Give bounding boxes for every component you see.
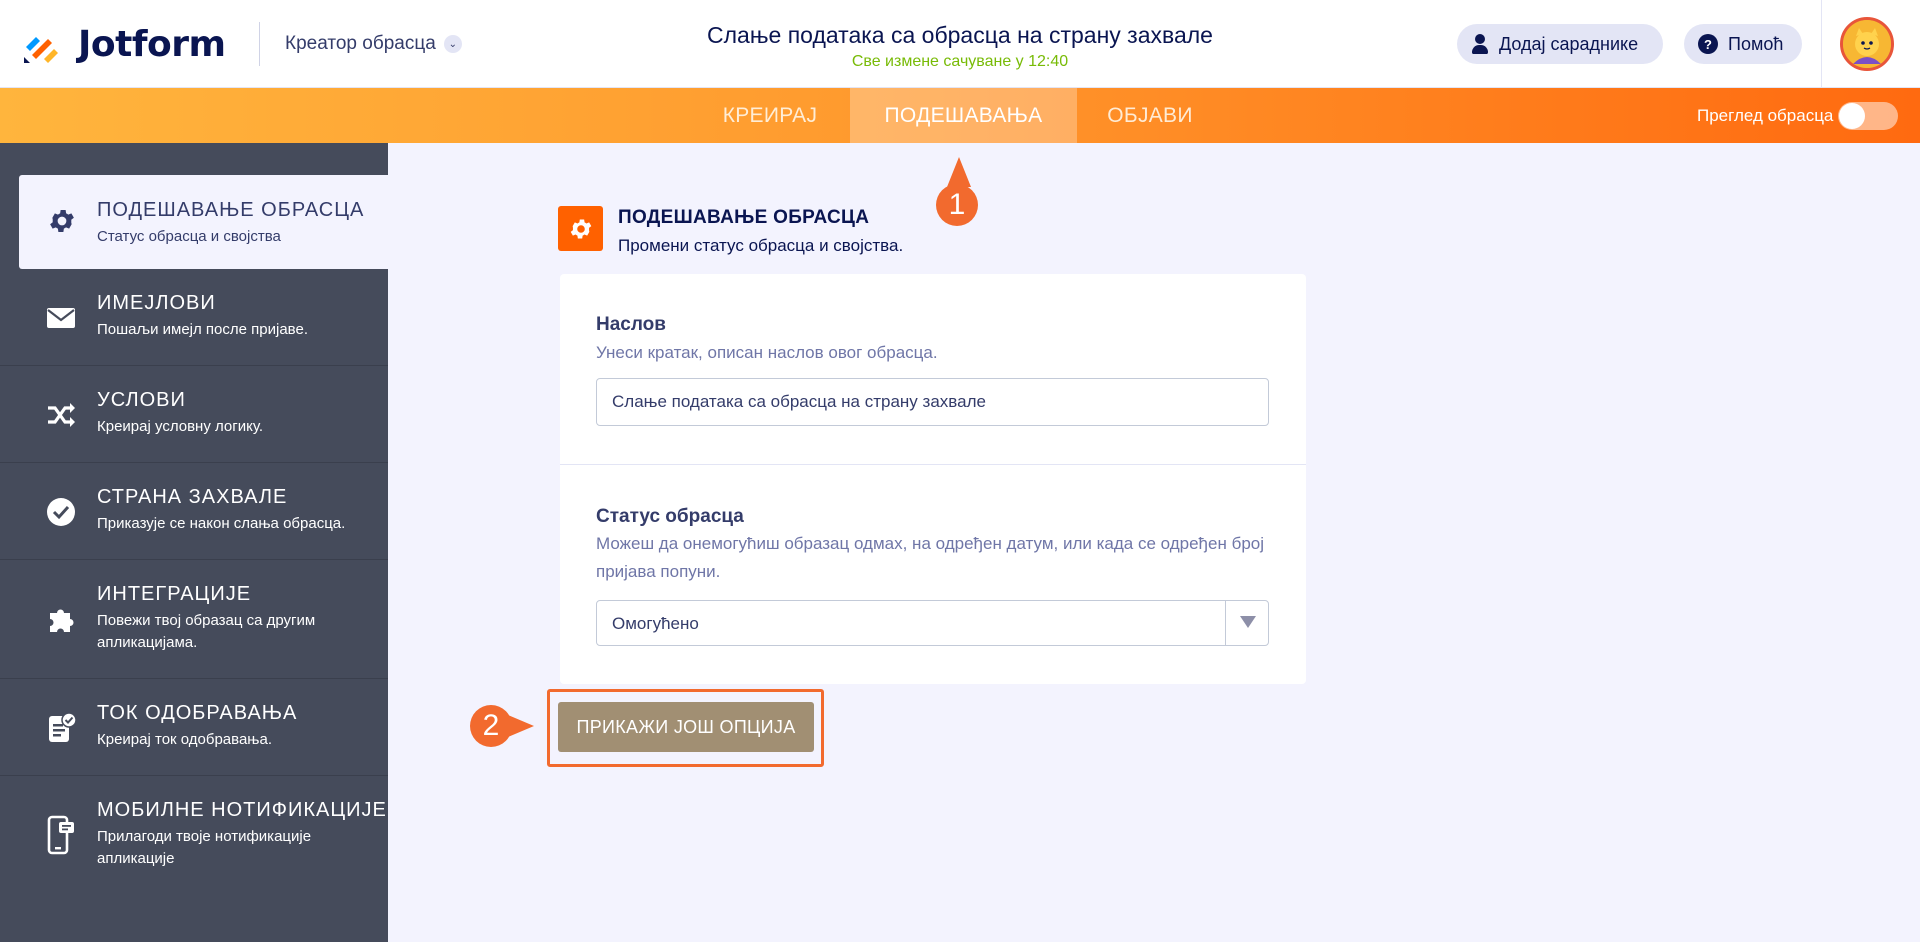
sidebar-item-approval-flow[interactable]: ТОК ОДОБРАВАЊА Креирај ток одобравања.: [0, 679, 388, 776]
sidebar-item-form-settings[interactable]: ПОДЕШАВАЊЕ ОБРАСЦА Статус обрасца и свој…: [19, 175, 388, 269]
marker-two-pointer: [508, 715, 534, 737]
marker-one-pointer: [947, 157, 971, 187]
settings-card: Наслов Унеси кратак, описан наслов овог …: [560, 274, 1306, 684]
form-status-select[interactable]: Омогућено: [596, 600, 1269, 646]
sidebar-item-subtitle: Приказује се након слања обрасца.: [97, 515, 346, 532]
top-header: Jotform Креатор обрасца ⌄ Слање података…: [0, 0, 1920, 88]
sidebar-item-mobile-notifications[interactable]: МОБИЛНЕ НОТИФИКАЦИЈЕ Прилагоди твоје нот…: [0, 776, 388, 896]
form-preview-label: Преглед обрасца: [1697, 106, 1834, 125]
form-settings-section-icon: [558, 206, 603, 251]
gear-icon: [43, 202, 81, 240]
sidebar-item-subtitle: Повежи твој образац са другим апликација…: [97, 612, 316, 651]
brand-name: Jotform: [78, 24, 226, 65]
sidebar-item-subtitle: Креирај ток одобравања.: [97, 731, 272, 748]
tab-settings[interactable]: ПОДЕШАВАЊА: [850, 88, 1077, 143]
mobile-notification-icon: [42, 815, 80, 855]
gear-icon: [570, 218, 591, 239]
shuffle-icon: [42, 396, 80, 434]
status-field-label: Статус обрасца: [596, 506, 744, 527]
title-field-label: Наслов: [596, 314, 666, 335]
jotform-logo-icon: [24, 36, 58, 63]
check-circle-icon: [42, 493, 80, 531]
builder-label: Креатор обрасца: [285, 33, 436, 54]
title-block: Слање података са обрасца на страну захв…: [560, 22, 1360, 71]
sidebar-item-title: ИНТЕГРАЦИЈЕ: [97, 583, 252, 605]
section-title: ПОДЕШАВАЊЕ ОБРАСЦА: [618, 207, 870, 228]
form-builder-dropdown[interactable]: Креатор обрасца ⌄: [285, 33, 462, 55]
question-icon: ?: [1698, 34, 1718, 54]
status-field-help: Можеш да онемогућиш образац одмах, на од…: [596, 534, 1265, 581]
form-title-input[interactable]: [596, 378, 1269, 426]
avatar[interactable]: [1840, 17, 1894, 71]
sidebar-item-title: УСЛОВИ: [97, 389, 186, 411]
sidebar-item-subtitle: Прилагоди твоје нотификације апликације: [97, 828, 312, 867]
dropdown-arrow-icon: [1240, 616, 1256, 628]
settings-sidebar: ПОДЕШАВАЊЕ ОБРАСЦА Статус обрасца и свој…: [0, 143, 388, 942]
form-preview-toggle[interactable]: [1838, 102, 1898, 130]
form-title[interactable]: Слање података са обрасца на страну захв…: [560, 22, 1360, 49]
chevron-down-icon: ⌄: [443, 35, 462, 53]
help-label: Помоћ: [1728, 33, 1784, 54]
sidebar-item-title: ИМЕЈЛОВИ: [97, 292, 216, 314]
saved-status: Све измене сачуване у 12:40: [851, 53, 1069, 70]
sidebar-item-subtitle: Креирај условну логику.: [97, 418, 264, 435]
show-more-options-button[interactable]: ПРИКАЖИ ЈОШ ОПЦИЈА: [558, 702, 814, 752]
approval-icon: [42, 709, 80, 747]
help-button[interactable]: ? Помоћ: [1684, 24, 1802, 64]
sidebar-item-conditions[interactable]: УСЛОВИ Креирај условну логику.: [0, 366, 388, 463]
avatar-cat-icon: [1843, 20, 1891, 68]
form-status-value: Омогућено: [612, 614, 699, 633]
header-divider: [259, 22, 260, 66]
sidebar-item-integrations[interactable]: ИНТЕГРАЦИЈЕ Повежи твој образац са други…: [0, 560, 388, 679]
user-icon: [1471, 34, 1489, 54]
jotform-logo[interactable]: Jotform: [22, 24, 226, 65]
toggle-knob: [1839, 103, 1865, 129]
puzzle-icon: [42, 601, 80, 639]
title-field-help: Унеси кратак, описан наслов овог обрасца…: [596, 343, 938, 362]
sidebar-item-title: ТОК ОДОБРАВАЊА: [97, 702, 298, 724]
envelope-icon: [42, 299, 80, 337]
sidebar-item-emails[interactable]: ИМЕЈЛОВИ Пошаљи имејл после пријаве.: [0, 269, 388, 366]
section-description: Промени статус обрасца и својства.: [618, 236, 904, 255]
main-nav-bar: КРЕИРАЈ ПОДЕШАВАЊА ОБЈАВИ Преглед обрасц…: [0, 88, 1920, 143]
add-collaborators-button[interactable]: Додај сараднике: [1457, 24, 1663, 64]
card-divider: [560, 464, 1306, 465]
sidebar-item-title: МОБИЛНЕ НОТИФИКАЦИЈЕ: [97, 799, 387, 821]
step-marker-1: 1: [936, 184, 978, 226]
sidebar-item-subtitle: Статус обрасца и својства: [97, 228, 281, 245]
add-collaborators-label: Додај сараднике: [1499, 33, 1639, 54]
tab-create[interactable]: КРЕИРАЈ: [700, 88, 840, 143]
sidebar-item-subtitle: Пошаљи имејл после пријаве.: [97, 321, 308, 338]
sidebar-item-title: ПОДЕШАВАЊЕ ОБРАСЦА: [97, 199, 365, 221]
sidebar-item-title: СТРАНА ЗАХВАЛЕ: [97, 486, 288, 508]
step-marker-2: 2: [470, 705, 512, 747]
tab-publish[interactable]: ОБЈАВИ: [1080, 88, 1220, 143]
select-divider: [1225, 601, 1226, 645]
header-divider-right: [1821, 0, 1822, 88]
sidebar-item-thank-you-page[interactable]: СТРАНА ЗАХВАЛЕ Приказује се након слања …: [0, 463, 388, 560]
